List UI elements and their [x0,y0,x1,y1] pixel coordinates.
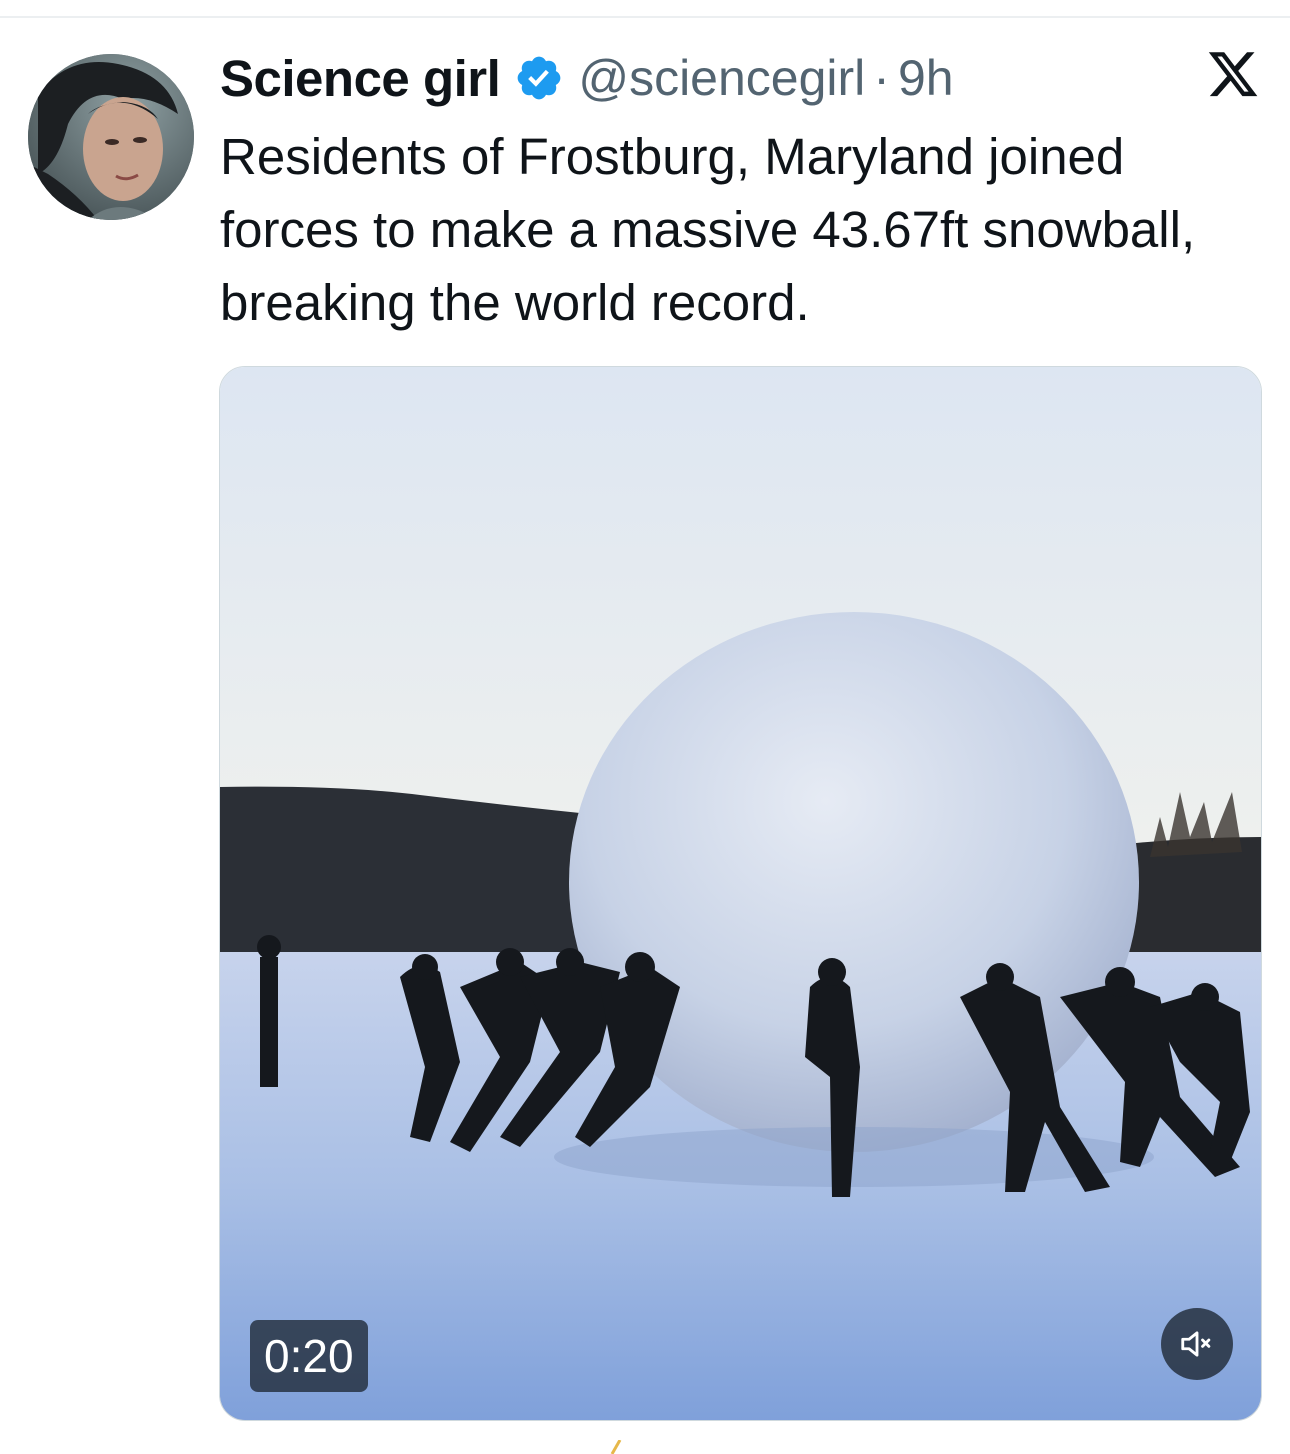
video-frame [220,367,1261,1420]
user-handle[interactable]: @sciencegirl [578,49,865,107]
mute-button[interactable] [1161,1308,1233,1380]
separator-dot: · [873,50,890,106]
verified-badge-icon [517,56,561,100]
reply-icon[interactable] [606,1440,626,1454]
timestamp[interactable]: 9h [898,49,954,107]
avatar[interactable] [28,54,194,220]
top-divider [0,16,1290,18]
video-duration: 0:20 [250,1320,368,1392]
video-player[interactable]: 0:20 [219,366,1262,1421]
tweet-header: Science girl @sciencegirl · 9h [220,44,954,112]
volume-muted-icon [1181,1331,1211,1357]
tweet-text: Residents of Frostburg, Maryland joined … [220,128,1196,331]
x-logo-icon[interactable] [1206,52,1260,102]
display-name[interactable]: Science girl [220,49,501,108]
